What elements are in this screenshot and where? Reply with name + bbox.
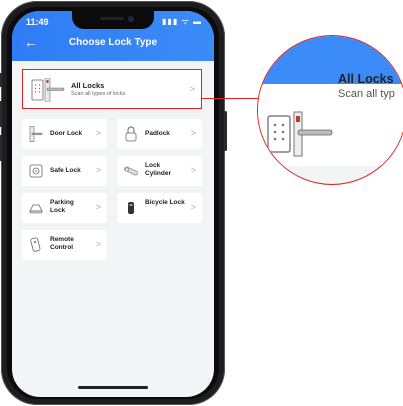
mute-switch	[0, 73, 2, 87]
chevron-right-icon: >	[190, 202, 196, 212]
lock-type-door-lock[interactable]: Door Lock >	[22, 119, 107, 149]
lock-type-padlock[interactable]: Padlock >	[117, 119, 202, 149]
power-button	[224, 111, 227, 151]
lock-cylinder-icon	[124, 166, 138, 176]
zoom-connector-line	[201, 98, 258, 99]
volume-down-button	[0, 135, 2, 161]
app-screen: 11:49 ▮▮▮ ᯤ ▬ ← Choose Lock Type All Loc…	[12, 11, 214, 397]
chevron-right-icon: >	[190, 128, 196, 138]
lock-type-label: Bicycle Lock	[145, 199, 185, 206]
lock-type-label: Remote Control	[50, 236, 74, 251]
chevron-right-icon: >	[95, 239, 101, 249]
lock-type-safe-lock[interactable]: Safe Lock >	[22, 156, 107, 186]
bicycle-lock-icon	[128, 202, 134, 214]
volume-up-button	[0, 101, 2, 127]
phone-frame: 11:49 ▮▮▮ ᯤ ▬ ← Choose Lock Type All Loc…	[0, 1, 227, 405]
status-time: 11:49	[26, 17, 49, 27]
page-title: Choose Lock Type	[68, 37, 158, 48]
remote-control-icon	[30, 237, 41, 252]
lock-type-parking-lock[interactable]: Parking Lock >	[22, 193, 107, 223]
home-indicator	[78, 386, 148, 389]
lock-type-label: Padlock	[145, 130, 170, 137]
padlock-icon	[125, 126, 137, 142]
lock-type-bicycle-lock[interactable]: Bicycle Lock >	[117, 193, 202, 223]
zoom-all-locks-title: All Locks	[338, 72, 394, 86]
parking-lock-icon	[29, 204, 43, 214]
chevron-right-icon: >	[95, 202, 101, 212]
chevron-right-icon: >	[189, 84, 195, 94]
zoom-all-locks-subtitle: Scan all typ	[338, 88, 395, 100]
chevron-right-icon: >	[95, 128, 101, 138]
chevron-right-icon: >	[95, 165, 101, 175]
notch	[72, 11, 154, 29]
all-locks-subtitle: Scan all types of locks	[71, 91, 126, 97]
zoom-magnifier: C All Locks Scan all typ	[257, 35, 403, 185]
status-icons: ▮▮▮ ᯤ ▬	[162, 17, 202, 26]
lock-type-label: Parking Lock	[50, 199, 74, 214]
all-locks-title: All Locks	[71, 81, 105, 90]
lock-type-lock-cylinder[interactable]: Lock Cylinder >	[117, 156, 202, 186]
lock-type-label: Lock Cylinder	[145, 162, 172, 177]
lock-type-label: Door Lock	[50, 130, 83, 137]
chevron-right-icon: >	[190, 165, 196, 175]
door-lock-icon	[267, 111, 333, 157]
safe-lock-icon	[29, 164, 43, 178]
lock-type-remote-control[interactable]: Remote Control >	[22, 230, 107, 260]
door-lock-icon	[31, 78, 65, 102]
lock-type-label: Safe Lock	[50, 167, 81, 174]
door-lock-icon	[29, 126, 43, 142]
all-locks-card[interactable]: All Locks Scan all types of locks >	[22, 69, 202, 109]
